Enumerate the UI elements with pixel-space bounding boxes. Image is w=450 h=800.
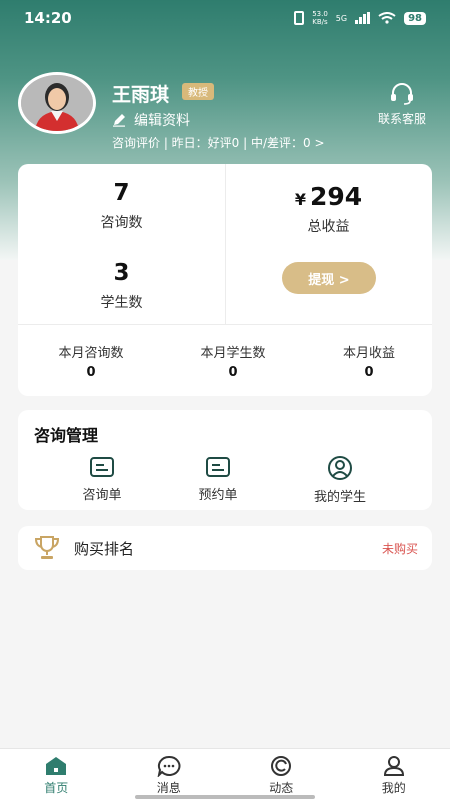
currency-symbol: ¥ [294,190,306,209]
title-badge: 教授 [182,83,214,100]
my-students-label: 我的学生 [313,490,366,505]
bottom-nav: 首页 消息 动态 我的 [0,748,450,800]
home-indicator [135,795,315,799]
section-title: 咨询管理 [34,426,99,445]
consult-orders-button[interactable]: 咨询单 [52,456,152,503]
monthly-income-label: 本月收益 [342,346,395,361]
student-count: 3 [113,260,130,286]
wifi-icon [378,12,396,24]
tab-activity[interactable]: 动态 [225,749,338,800]
headset-icon [391,83,413,105]
monthly-income: 本月收益 0 [300,342,438,380]
status-icons: 53.0 KB/s 5G 98 [294,10,426,26]
tab-home-label: 首页 [44,781,69,795]
vibrate-icon [294,11,305,25]
monthly-consult-value: 0 [86,365,96,380]
pencil-icon [113,114,125,127]
tab-profile[interactable]: 我的 [338,749,450,800]
battery-indicator: 98 [404,11,426,25]
monthly-consult: 本月咨询数 0 [22,342,160,380]
user-circle-icon [328,456,352,480]
consult-count-label: 咨询数 [100,215,143,231]
document-icon [90,457,114,477]
booking-orders-button[interactable]: 预约单 [168,456,268,503]
student-count-label: 学生数 [100,295,143,311]
monthly-students-value: 0 [228,365,238,380]
document-icon [206,457,230,477]
edit-profile-link[interactable]: 编辑资料 [112,110,190,130]
trophy-icon [34,536,60,559]
network-type: 5G [335,13,348,23]
booking-orders-label: 预约单 [198,488,238,503]
monthly-income-value: 0 [364,365,374,380]
consult-management-card: 咨询管理 咨询单 预约单 我的学生 [18,410,432,510]
signal-icon [355,12,371,24]
activity-icon [271,756,292,776]
stats-card: 7 咨询数 3 学生数 ¥294 总收益 提现 > 本月咨询数 0 本月学生数 … [18,164,432,396]
tab-profile-label: 我的 [381,781,406,795]
monthly-students: 本月学生数 0 [164,342,302,380]
divider [18,324,432,325]
customer-service-button[interactable]: 联系客服 [372,82,432,127]
status-time: 14:20 [24,9,72,27]
status-bar: 14:20 53.0 KB/s 5G 98 [0,0,450,36]
edit-profile-label: 编辑资料 [134,113,190,129]
purchase-status: 未购买 [381,541,418,556]
monthly-consult-label: 本月咨询数 [58,346,124,361]
purchase-ranking-row[interactable]: 购买排名 未购买 [18,526,432,570]
tab-messages[interactable]: 消息 [113,749,226,800]
consult-orders-label: 咨询单 [82,488,122,503]
income-value: 294 [309,182,363,211]
monthly-students-label: 本月学生数 [200,346,266,361]
total-income-label: 总收益 [307,219,350,235]
tab-activity-label: 动态 [269,781,294,795]
review-summary[interactable]: 咨询评价 | 昨日：好评0 | 中/差评：0 > [112,134,325,151]
my-students-button[interactable]: 我的学生 [290,456,390,505]
withdraw-button[interactable]: 提现 > [282,262,376,294]
message-icon [157,755,181,777]
person-icon [383,756,404,776]
avatar[interactable] [18,72,96,134]
tab-home[interactable]: 首页 [0,749,113,800]
network-speed: 53.0 KB/s [312,10,328,26]
profile-section: 王雨琪 教授 编辑资料 咨询评价 | 昨日：好评0 | 中/差评：0 > 联系客… [18,72,432,154]
home-icon [46,757,67,775]
user-name: 王雨琪 [112,84,170,106]
total-income: ¥294 [225,182,432,211]
tab-messages-label: 消息 [156,781,181,795]
customer-service-label: 联系客服 [377,112,426,126]
consult-count: 7 [113,180,130,206]
avatar-photo [21,75,93,131]
purchase-ranking-label: 购买排名 [74,539,135,558]
